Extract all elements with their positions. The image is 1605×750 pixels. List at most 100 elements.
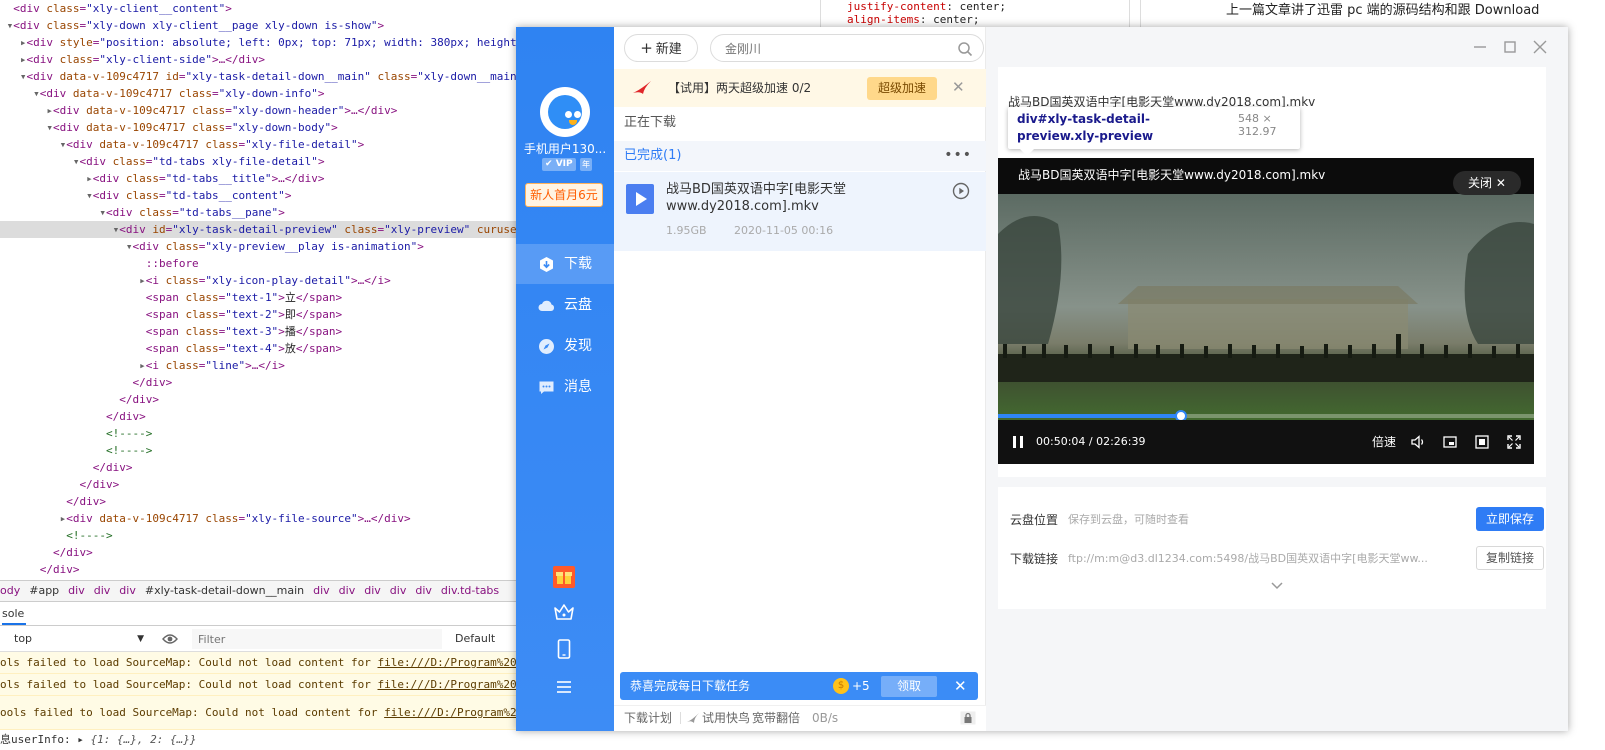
sidebar-item-download[interactable]: 下载 xyxy=(516,244,614,284)
breadcrumb-item[interactable]: div xyxy=(68,584,85,597)
dom-node[interactable]: </div> xyxy=(0,459,530,476)
maximize-icon[interactable] xyxy=(1498,35,1522,59)
dom-node[interactable]: ▸<i class="xly-icon-play-detail">…</i> xyxy=(0,272,530,289)
dom-node[interactable]: ▾<div class="td-tabs__content"> xyxy=(0,187,530,204)
super-accelerate-button[interactable]: 超级加速 xyxy=(867,77,937,100)
breadcrumb-item[interactable]: div xyxy=(339,584,356,597)
progress-track[interactable] xyxy=(998,410,1534,422)
dom-node[interactable]: <!----> xyxy=(0,527,530,544)
new-task-button[interactable]: + 新建 xyxy=(624,34,698,62)
chevron-down-icon[interactable] xyxy=(1270,581,1284,591)
pause-icon[interactable] xyxy=(1012,435,1024,449)
dom-node[interactable]: ▸<i class="line">…</i> xyxy=(0,357,530,374)
dom-node[interactable]: ▾<div id="xly-task-detail-preview" class… xyxy=(0,221,530,238)
phone-icon[interactable] xyxy=(552,637,576,661)
sourcemap-link[interactable]: file:///D:/Program%20Fi xyxy=(378,678,530,691)
context-select[interactable]: top ▼ xyxy=(14,630,144,648)
dom-node[interactable]: <div class="xly-client__content"> xyxy=(0,0,530,17)
lock-icon[interactable] xyxy=(960,711,976,725)
dom-node[interactable]: ▸<div data-v-109c4717 class="xly-down-he… xyxy=(0,102,530,119)
breadcrumb-item[interactable]: div.td-tabs xyxy=(441,584,499,597)
trial-kuainiao-link[interactable]: 试用快鸟 xyxy=(702,706,750,730)
dom-node[interactable]: ▸<div class="td-tabs__title">…</div> xyxy=(0,170,530,187)
dom-node[interactable]: ▸<div style="position: absolute; left: 0… xyxy=(0,34,530,51)
dom-node[interactable]: </div> xyxy=(0,493,530,510)
username[interactable]: 手机用户130... xyxy=(516,140,614,157)
dom-tree[interactable]: <div class="xly-client__content"> ▾<div … xyxy=(0,0,530,580)
menu-icon[interactable] xyxy=(552,675,576,699)
more-icon[interactable]: ••• xyxy=(944,147,972,163)
dom-node[interactable]: <span class="text-4">放</span> xyxy=(0,340,530,357)
breadcrumb-item[interactable]: #xly-task-detail-down__main xyxy=(145,584,304,597)
fullscreen-icon[interactable] xyxy=(1506,434,1522,450)
dom-node[interactable]: ▾<div data-v-109c4717 class="xly-file-de… xyxy=(0,136,530,153)
broadband-double-link[interactable]: 宽带翻倍 xyxy=(752,706,800,730)
eye-icon[interactable] xyxy=(162,633,178,645)
close-icon[interactable]: ✕ xyxy=(954,672,967,700)
copy-link-button[interactable]: 复制链接 xyxy=(1476,546,1544,570)
dom-node[interactable]: <!----> xyxy=(0,442,530,459)
breadcrumb-item[interactable]: #app xyxy=(29,584,59,597)
close-player-button[interactable]: 关闭 ✕ xyxy=(1453,171,1521,195)
close-icon[interactable]: ✕ xyxy=(952,77,965,97)
dom-node[interactable]: </div> xyxy=(0,476,530,493)
dom-node[interactable]: <span class="text-3">播</span> xyxy=(0,323,530,340)
dom-node[interactable]: </div> xyxy=(0,408,530,425)
dom-node[interactable]: ▾<div data-v-109c4717 class="xly-down-in… xyxy=(0,85,530,102)
download-plan-button[interactable]: 下载计划 xyxy=(624,706,672,730)
breadcrumb-item[interactable]: div xyxy=(94,584,111,597)
avatar[interactable] xyxy=(540,87,590,137)
dom-node[interactable]: </div> xyxy=(0,544,530,561)
dom-node[interactable]: ::before xyxy=(0,255,530,272)
breadcrumb-item[interactable]: div xyxy=(313,584,330,597)
dom-node[interactable]: ▾<div class="xly-down xly-client__page x… xyxy=(0,17,530,34)
sidebar-item-messages[interactable]: 消息 xyxy=(516,367,614,407)
sidebar-item-cloud[interactable]: 云盘 xyxy=(516,285,614,325)
search-box[interactable] xyxy=(710,34,984,62)
claim-button[interactable]: 领取 xyxy=(881,676,937,697)
breadcrumb-item[interactable]: ody xyxy=(0,584,20,597)
crown-icon[interactable] xyxy=(552,600,576,624)
close-icon[interactable] xyxy=(1528,35,1552,59)
dom-node[interactable]: ▸<div data-v-109c4717 class="xly-file-so… xyxy=(0,510,530,527)
tab-console[interactable]: sole xyxy=(0,602,530,626)
sourcemap-link[interactable]: file:///D:/Program%20Fi xyxy=(378,656,530,669)
dom-node[interactable]: <!----> xyxy=(0,425,530,442)
video-frame[interactable] xyxy=(998,194,1534,420)
section-completed-label[interactable]: 已完成(1) xyxy=(624,141,681,171)
list-item[interactable]: 战马BD国英双语中字[电影天堂www.dy2018.com].mkv 1.95G… xyxy=(614,172,986,251)
search-input[interactable] xyxy=(725,40,945,57)
volume-icon[interactable] xyxy=(1410,434,1426,450)
section-downloading[interactable]: 正在下载 xyxy=(624,113,676,133)
download-link-value[interactable]: ftp://m:m@d3.dl1234.com:5498/战马BD国英双语中字[… xyxy=(1068,550,1448,566)
dom-node[interactable]: ▾<div class="xly-preview__play is-animat… xyxy=(0,238,530,255)
dom-node[interactable]: </div> xyxy=(0,561,530,578)
dom-node[interactable]: ▸<div class="xly-client-side">…</div> xyxy=(0,51,530,68)
filter-input[interactable] xyxy=(192,629,442,649)
breadcrumb-item[interactable]: div xyxy=(119,584,136,597)
sidebar-item-discover[interactable]: 发现 xyxy=(516,326,614,366)
breadcrumb-item[interactable]: div xyxy=(364,584,381,597)
search-icon[interactable] xyxy=(957,41,973,57)
dom-node[interactable]: <span class="text-2">即</span> xyxy=(0,306,530,323)
save-now-button[interactable]: 立即保存 xyxy=(1476,507,1544,531)
sourcemap-link[interactable]: file:///D:/Program%20Fi xyxy=(384,706,530,719)
console-userinfo-line[interactable]: 息userInfo: ▸ {1: {…}, 2: {…}} xyxy=(0,730,530,750)
promo-button[interactable]: 新人首月6元 xyxy=(525,183,603,207)
breadcrumb-item[interactable]: div xyxy=(415,584,432,597)
gift-box-icon[interactable] xyxy=(552,565,576,589)
minimize-icon[interactable] xyxy=(1468,35,1492,59)
dom-node[interactable]: </div> xyxy=(0,374,530,391)
dom-node[interactable]: ▾<div class="td-tabs xly-file-detail"> xyxy=(0,153,530,170)
dom-node[interactable]: </div> xyxy=(0,391,530,408)
dom-node[interactable]: ▾<div data-v-109c4717 id="xly-task-detai… xyxy=(0,68,530,85)
dom-node[interactable]: ▾<div data-v-109c4717 class="xly-down-bo… xyxy=(0,119,530,136)
video-player[interactable]: 战马BD国英双语中字[电影天堂www.dy2018.com].mkv 关闭 ✕ … xyxy=(998,158,1534,464)
play-circle-icon[interactable] xyxy=(952,182,970,200)
dom-node[interactable]: <span class="text-1">立</span> xyxy=(0,289,530,306)
breadcrumb-item[interactable]: div xyxy=(390,584,407,597)
window-mode-icon[interactable] xyxy=(1474,434,1490,450)
dom-node[interactable]: ▾<div class="td-tabs__pane"> xyxy=(0,204,530,221)
playback-speed-button[interactable]: 倍速 xyxy=(1372,420,1396,464)
picture-in-picture-icon[interactable] xyxy=(1442,434,1458,450)
